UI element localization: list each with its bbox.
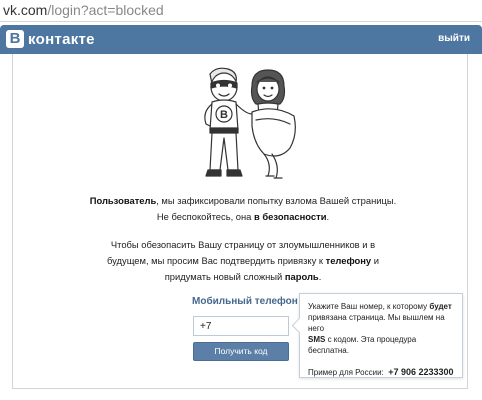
tooltip-arrow — [291, 317, 308, 334]
tooltip-line1-bold: будет — [429, 302, 452, 311]
instructions-password-word: пароль — [284, 271, 319, 282]
tooltip-example: Пример для России: +7 906 2233300 — [308, 367, 454, 378]
tooltip-line1-start: Укажите Ваш номер, к которому — [308, 302, 430, 311]
logo-text: контакте — [28, 30, 95, 48]
blocked-page-card: B Пользователь, мы зафиксировали попытку… — [12, 54, 468, 389]
logo-badge: B — [6, 30, 24, 48]
instructions-line2-end: и — [371, 255, 379, 266]
verification-instructions: Чтобы обезопасить Вашу страницу от злоум… — [63, 237, 423, 285]
instructions-phone-word: телефону — [325, 255, 372, 266]
notice-line2-start: Не беспокойтесь, она — [156, 211, 255, 222]
tooltip-line2: привязана страница. Мы вышлем на него — [308, 313, 445, 333]
mascot-illustration: B — [204, 67, 296, 179]
url-path: /login?act=blocked — [47, 2, 164, 18]
url-host: vk.com — [3, 2, 48, 18]
instructions-line2-start: будущем, мы просим Вас подтвердить привя… — [107, 255, 326, 266]
phone-label: Мобильный телефон — [192, 296, 298, 307]
address-text[interactable]: vk.com/login?act=blocked — [3, 2, 164, 18]
svg-text:B: B — [220, 109, 228, 121]
instructions-line3-end: . — [318, 271, 322, 282]
logout-link[interactable]: выйти — [438, 33, 470, 44]
instructions-line3-start: придумать новый сложный — [164, 271, 285, 282]
security-notice: Пользователь, мы зафиксировали попытку в… — [63, 193, 423, 225]
tooltip-line3-rest: с кодом. Эта процедура бесплатна. — [308, 335, 417, 355]
browser-address-bar[interactable]: vk.com/login?act=blocked — [0, 0, 482, 22]
get-code-button[interactable]: Получить код — [193, 342, 289, 361]
notice-safe-word: в безопасности — [254, 211, 327, 222]
notice-line1-rest: , мы зафиксировали попытку взлома Вашей … — [156, 195, 397, 206]
vk-logo[interactable]: B контакте — [6, 30, 95, 48]
tooltip-example-number: +7 906 2233300 — [388, 367, 454, 377]
notice-line2-end: . — [326, 211, 330, 222]
phone-help-tooltip: Укажите Ваш номер, к которому будет прив… — [291, 293, 463, 378]
site-header: B контакте выйти — [0, 25, 482, 54]
instructions-line1: Чтобы обезопасить Вашу страницу от злоум… — [110, 239, 376, 250]
notice-user-word: Пользователь — [89, 195, 157, 206]
phone-input[interactable] — [193, 316, 289, 336]
tooltip-sms-word: SMS — [308, 335, 326, 344]
tooltip-example-label: Пример для России: — [308, 368, 384, 377]
